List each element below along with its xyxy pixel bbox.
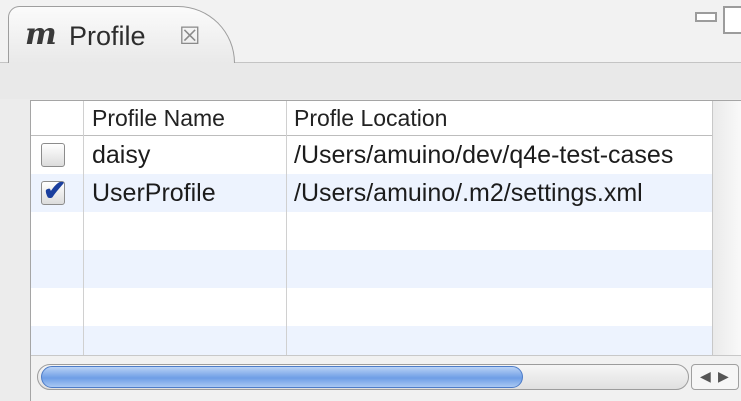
close-icon[interactable]: ☒ [179, 22, 201, 51]
row-checkbox[interactable]: ✔ [41, 175, 66, 206]
table-row[interactable]: ✔ UserProfile /Users/amuino/.m2/settings… [31, 174, 712, 212]
view-window-controls [691, 2, 741, 36]
view-toolbar [0, 63, 741, 99]
profile-name-cell: UserProfile [92, 179, 216, 207]
arrow-right-icon[interactable]: ▶ [718, 368, 729, 385]
horizontal-scrollbar[interactable]: ◀ ▶ [31, 355, 741, 401]
maximize-icon[interactable] [723, 6, 741, 34]
maven-m-icon: m [25, 17, 57, 52]
scroll-arrows: ◀ ▶ [691, 364, 739, 390]
profile-view: m Profile ☒ Profile Name Profle Location… [0, 0, 741, 401]
minimize-icon[interactable] [695, 12, 717, 22]
scroll-thumb[interactable] [41, 366, 523, 388]
tab-profile[interactable]: m Profile ☒ [8, 6, 235, 63]
header-profile-location[interactable]: Profle Location [294, 101, 447, 135]
table-header: Profile Name Profle Location [31, 101, 712, 136]
tab-strip: m Profile ☒ [0, 0, 741, 63]
profile-location-cell: /Users/amuino/.m2/settings.xml [294, 179, 643, 207]
profile-name-cell: daisy [92, 141, 151, 169]
arrow-left-icon[interactable]: ◀ [700, 368, 711, 385]
empty-row [31, 326, 712, 355]
column-divider [83, 101, 84, 355]
profile-table: Profile Name Profle Location daisy /User… [30, 100, 741, 401]
checkmark-icon: ✔ [43, 175, 67, 206]
tab-title: Profile [69, 21, 146, 51]
empty-row [31, 288, 712, 326]
header-checkbox-column[interactable] [39, 101, 84, 135]
profile-location-cell: /Users/amuino/dev/q4e-test-cases [294, 141, 674, 169]
vertical-scrollbar[interactable] [712, 101, 741, 355]
empty-row [31, 250, 712, 288]
header-profile-name[interactable]: Profile Name [92, 101, 225, 135]
empty-row [31, 212, 712, 250]
table-row[interactable]: daisy /Users/amuino/dev/q4e-test-cases [31, 136, 712, 174]
row-checkbox[interactable] [41, 143, 65, 167]
column-divider [286, 101, 287, 355]
